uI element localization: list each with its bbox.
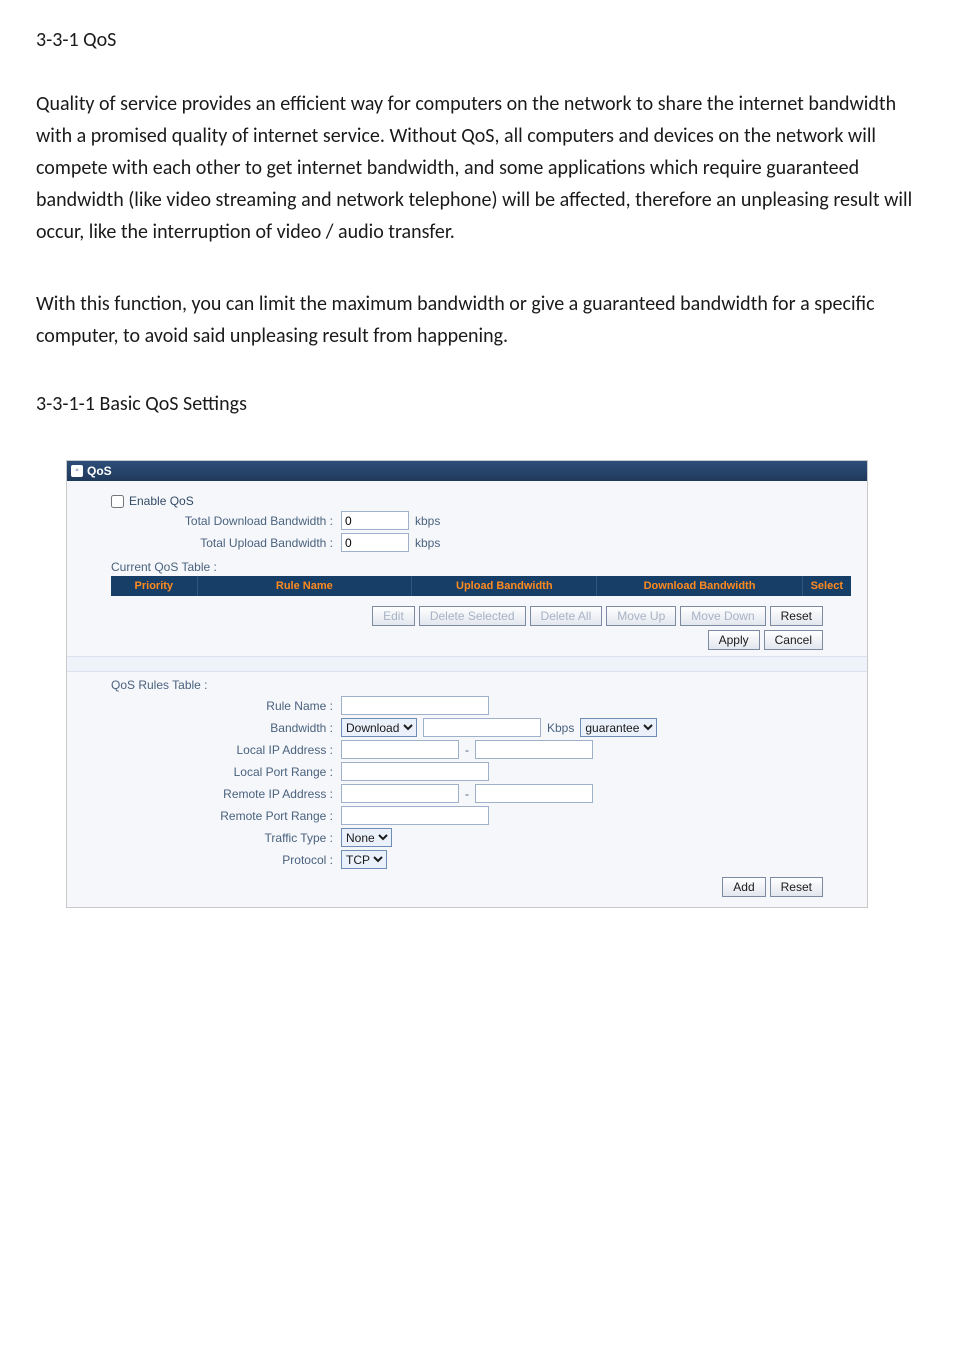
move-down-button[interactable]: Move Down (680, 606, 765, 626)
section-heading-3-3-1-1: 3-3-1-1 Basic QoS Settings (36, 392, 918, 416)
cancel-button[interactable]: Cancel (764, 630, 823, 650)
move-up-button[interactable]: Move Up (606, 606, 676, 626)
enable-qos-checkbox[interactable] (111, 495, 124, 508)
local-ip-from-input[interactable] (341, 740, 459, 759)
th-download-bandwidth: Download Bandwidth (597, 576, 802, 596)
th-rule-name: Rule Name (197, 576, 412, 596)
section-heading-3-3-1: 3-3-1 QoS (36, 28, 918, 52)
bandwidth-mode-select[interactable]: guarantee (580, 718, 657, 737)
traffic-type-select[interactable]: None (341, 828, 392, 847)
remote-ip-dash: - (465, 787, 469, 801)
th-select: Select (802, 576, 851, 596)
total-upload-unit: kbps (415, 536, 440, 550)
local-ip-dash: - (465, 743, 469, 757)
th-priority: Priority (111, 576, 197, 596)
add-button[interactable]: Add (722, 877, 765, 897)
edit-button[interactable]: Edit (372, 606, 415, 626)
total-download-unit: kbps (415, 514, 440, 528)
remote-ip-to-input[interactable] (475, 784, 593, 803)
local-ip-address-label: Local IP Address : (83, 743, 341, 757)
current-qos-table: Priority Rule Name Upload Bandwidth Down… (111, 576, 851, 596)
bandwidth-value-input[interactable] (423, 718, 541, 737)
paragraph-1: Quality of service provides an efficient… (36, 88, 918, 248)
local-port-range-label: Local Port Range : (83, 765, 341, 779)
th-upload-bandwidth: Upload Bandwidth (412, 576, 597, 596)
qos-rules-table-label: QoS Rules Table : (111, 678, 851, 692)
delete-selected-button[interactable]: Delete Selected (419, 606, 526, 626)
rule-name-input[interactable] (341, 696, 489, 715)
local-ip-to-input[interactable] (475, 740, 593, 759)
paragraph-2: With this function, you can limit the ma… (36, 288, 918, 352)
apply-button[interactable]: Apply (708, 630, 760, 650)
total-download-bandwidth-input[interactable] (341, 511, 409, 530)
enable-qos-label: Enable QoS (129, 494, 194, 508)
total-download-bandwidth-label: Total Download Bandwidth : (83, 514, 341, 528)
qos-panel-header: ◦ QoS (67, 461, 867, 481)
current-qos-table-label: Current QoS Table : (111, 560, 851, 574)
bandwidth-label: Bandwidth : (83, 721, 341, 735)
protocol-select[interactable]: TCP (341, 850, 387, 869)
reset-button-rules[interactable]: Reset (770, 877, 823, 897)
total-upload-bandwidth-input[interactable] (341, 533, 409, 552)
remote-ip-from-input[interactable] (341, 784, 459, 803)
bandwidth-unit: Kbps (547, 721, 574, 735)
remote-port-range-input[interactable] (341, 806, 489, 825)
bandwidth-direction-select[interactable]: Download (341, 718, 417, 737)
protocol-label: Protocol : (83, 853, 341, 867)
qos-panel-title: QoS (87, 464, 112, 478)
panel-bullet-icon: ◦ (71, 465, 83, 477)
reset-button-table[interactable]: Reset (770, 606, 823, 626)
qos-panel: ◦ QoS Enable QoS Total Download Bandwidt… (66, 460, 868, 908)
total-upload-bandwidth-label: Total Upload Bandwidth : (83, 536, 341, 550)
traffic-type-label: Traffic Type : (83, 831, 341, 845)
rule-name-label: Rule Name : (83, 699, 341, 713)
local-port-range-input[interactable] (341, 762, 489, 781)
remote-ip-address-label: Remote IP Address : (83, 787, 341, 801)
remote-port-range-label: Remote Port Range : (83, 809, 341, 823)
qos-table-header-row: Priority Rule Name Upload Bandwidth Down… (111, 576, 851, 596)
delete-all-button[interactable]: Delete All (530, 606, 603, 626)
